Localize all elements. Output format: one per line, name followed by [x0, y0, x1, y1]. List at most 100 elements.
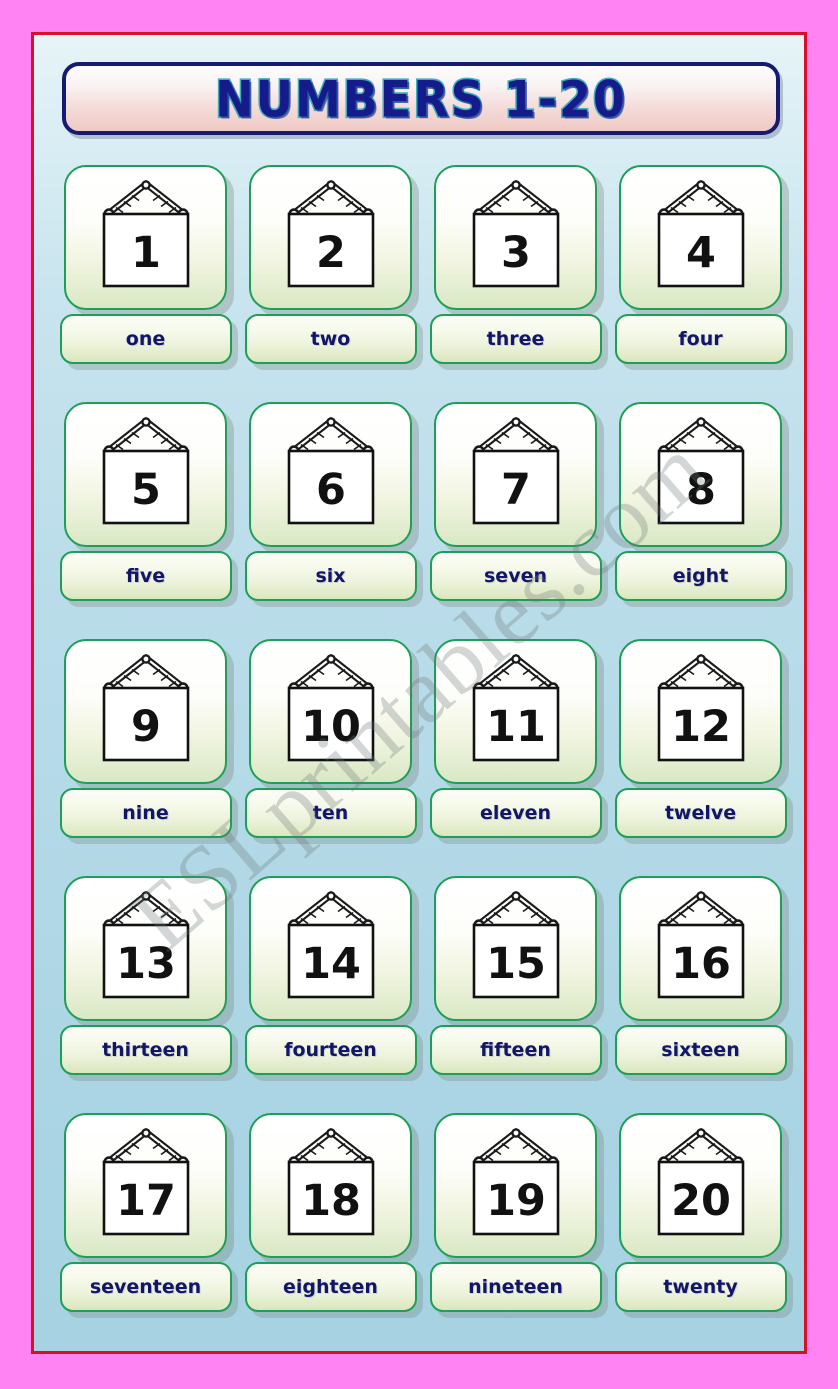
word-label-box[interactable]: twenty — [614, 1262, 787, 1312]
picture-card[interactable]: 2 — [249, 165, 412, 310]
number-card-three[interactable]: 3 three — [423, 165, 608, 402]
word-label-box[interactable]: five — [59, 551, 232, 601]
picture-card[interactable]: 18 — [249, 1113, 412, 1258]
word-label-box[interactable]: two — [244, 314, 417, 364]
card-number: 8 — [686, 465, 716, 515]
word-label-text: eleven — [479, 802, 552, 824]
number-card-twelve[interactable]: 12 twelve — [608, 639, 793, 876]
picture-card[interactable]: 11 — [434, 639, 597, 784]
picture-card[interactable]: 4 — [619, 165, 782, 310]
word-label-box[interactable]: seven — [429, 551, 602, 601]
number-card-seven[interactable]: 7 seven — [423, 402, 608, 639]
picture-card[interactable]: 12 — [619, 639, 782, 784]
picture-card-inner: 13 — [66, 878, 225, 1019]
picture-card[interactable]: 19 — [434, 1113, 597, 1258]
hanging-sign-icon: 1 — [102, 179, 189, 287]
number-card-six[interactable]: 6 six — [238, 402, 423, 639]
hanging-sign-icon: 8 — [657, 416, 744, 524]
card-number: 10 — [301, 702, 361, 752]
number-card-thirteen[interactable]: 13 thirteen — [53, 876, 238, 1113]
word-label-box[interactable]: ten — [244, 788, 417, 838]
picture-card[interactable]: 15 — [434, 876, 597, 1021]
worksheet-panel: ESLprintables.com NUMBERS 1-20 1 one 2 two 3… — [31, 32, 807, 1354]
word-label-box[interactable]: fifteen — [429, 1025, 602, 1075]
picture-card-inner: 20 — [621, 1115, 780, 1256]
picture-card[interactable]: 10 — [249, 639, 412, 784]
number-card-one[interactable]: 1 one — [53, 165, 238, 402]
card-row: 5 five 6 six 7 seven 8 eight — [53, 402, 793, 639]
number-card-fifteen[interactable]: 15 fifteen — [423, 876, 608, 1113]
worksheet-page: ESLprintables.com NUMBERS 1-20 1 one 2 two 3… — [0, 0, 838, 1389]
picture-card-inner: 7 — [436, 404, 595, 545]
number-card-fourteen[interactable]: 14 fourteen — [238, 876, 423, 1113]
number-card-ten[interactable]: 10 ten — [238, 639, 423, 876]
word-label-box[interactable]: seventeen — [59, 1262, 232, 1312]
card-number: 9 — [131, 702, 161, 752]
picture-card[interactable]: 14 — [249, 876, 412, 1021]
number-card-nineteen[interactable]: 19 nineteen — [423, 1113, 608, 1350]
picture-card[interactable]: 5 — [64, 402, 227, 547]
picture-card-inner: 5 — [66, 404, 225, 545]
word-label-box[interactable]: fourteen — [244, 1025, 417, 1075]
number-card-eleven[interactable]: 11 eleven — [423, 639, 608, 876]
picture-card-inner: 6 — [251, 404, 410, 545]
picture-card-inner: 9 — [66, 641, 225, 782]
card-number: 5 — [131, 465, 161, 515]
card-number: 19 — [486, 1176, 546, 1226]
word-label-box[interactable]: three — [429, 314, 602, 364]
card-number: 18 — [301, 1176, 361, 1226]
card-number: 12 — [671, 702, 731, 752]
picture-card[interactable]: 6 — [249, 402, 412, 547]
card-number: 6 — [316, 465, 346, 515]
hanging-sign-icon: 19 — [472, 1127, 559, 1235]
word-label-box[interactable]: nineteen — [429, 1262, 602, 1312]
picture-card[interactable]: 8 — [619, 402, 782, 547]
picture-card[interactable]: 17 — [64, 1113, 227, 1258]
word-label-box[interactable]: one — [59, 314, 232, 364]
word-label-box[interactable]: thirteen — [59, 1025, 232, 1075]
hanging-sign-icon: 18 — [287, 1127, 374, 1235]
picture-card[interactable]: 13 — [64, 876, 227, 1021]
hanging-sign-icon: 14 — [287, 890, 374, 998]
picture-card-inner: 3 — [436, 167, 595, 308]
word-label-text: two — [310, 328, 351, 350]
number-card-eight[interactable]: 8 eight — [608, 402, 793, 639]
word-label-text: five — [125, 565, 166, 587]
word-label-box[interactable]: four — [614, 314, 787, 364]
card-number: 15 — [486, 939, 546, 989]
number-card-eighteen[interactable]: 18 eighteen — [238, 1113, 423, 1350]
word-label-box[interactable]: twelve — [614, 788, 787, 838]
picture-card-inner: 8 — [621, 404, 780, 545]
picture-card[interactable]: 3 — [434, 165, 597, 310]
number-card-two[interactable]: 2 two — [238, 165, 423, 402]
picture-card[interactable]: 1 — [64, 165, 227, 310]
word-label-text: three — [486, 328, 545, 350]
word-label-text: eight — [672, 565, 729, 587]
picture-card[interactable]: 20 — [619, 1113, 782, 1258]
hanging-sign-icon: 13 — [102, 890, 189, 998]
picture-card[interactable]: 9 — [64, 639, 227, 784]
word-label-box[interactable]: sixteen — [614, 1025, 787, 1075]
picture-card[interactable]: 16 — [619, 876, 782, 1021]
number-card-twenty[interactable]: 20 twenty — [608, 1113, 793, 1350]
number-card-seventeen[interactable]: 17 seventeen — [53, 1113, 238, 1350]
word-label-text: one — [125, 328, 166, 350]
picture-card-inner: 16 — [621, 878, 780, 1019]
picture-card-inner: 14 — [251, 878, 410, 1019]
number-card-sixteen[interactable]: 16 sixteen — [608, 876, 793, 1113]
number-card-four[interactable]: 4 four — [608, 165, 793, 402]
number-card-five[interactable]: 5 five — [53, 402, 238, 639]
word-label-text: nineteen — [468, 1276, 563, 1298]
word-label-box[interactable]: eleven — [429, 788, 602, 838]
hanging-sign-icon: 3 — [472, 179, 559, 287]
number-card-nine[interactable]: 9 nine — [53, 639, 238, 876]
word-label-box[interactable]: nine — [59, 788, 232, 838]
hanging-sign-icon: 12 — [657, 653, 744, 761]
card-number: 3 — [501, 228, 531, 278]
word-label-box[interactable]: eight — [614, 551, 787, 601]
card-row: 17 seventeen 18 eighteen 19 nineteen 20 twenty — [53, 1113, 793, 1350]
word-label-text: sixteen — [661, 1039, 740, 1061]
picture-card[interactable]: 7 — [434, 402, 597, 547]
word-label-box[interactable]: six — [244, 551, 417, 601]
word-label-box[interactable]: eighteen — [244, 1262, 417, 1312]
